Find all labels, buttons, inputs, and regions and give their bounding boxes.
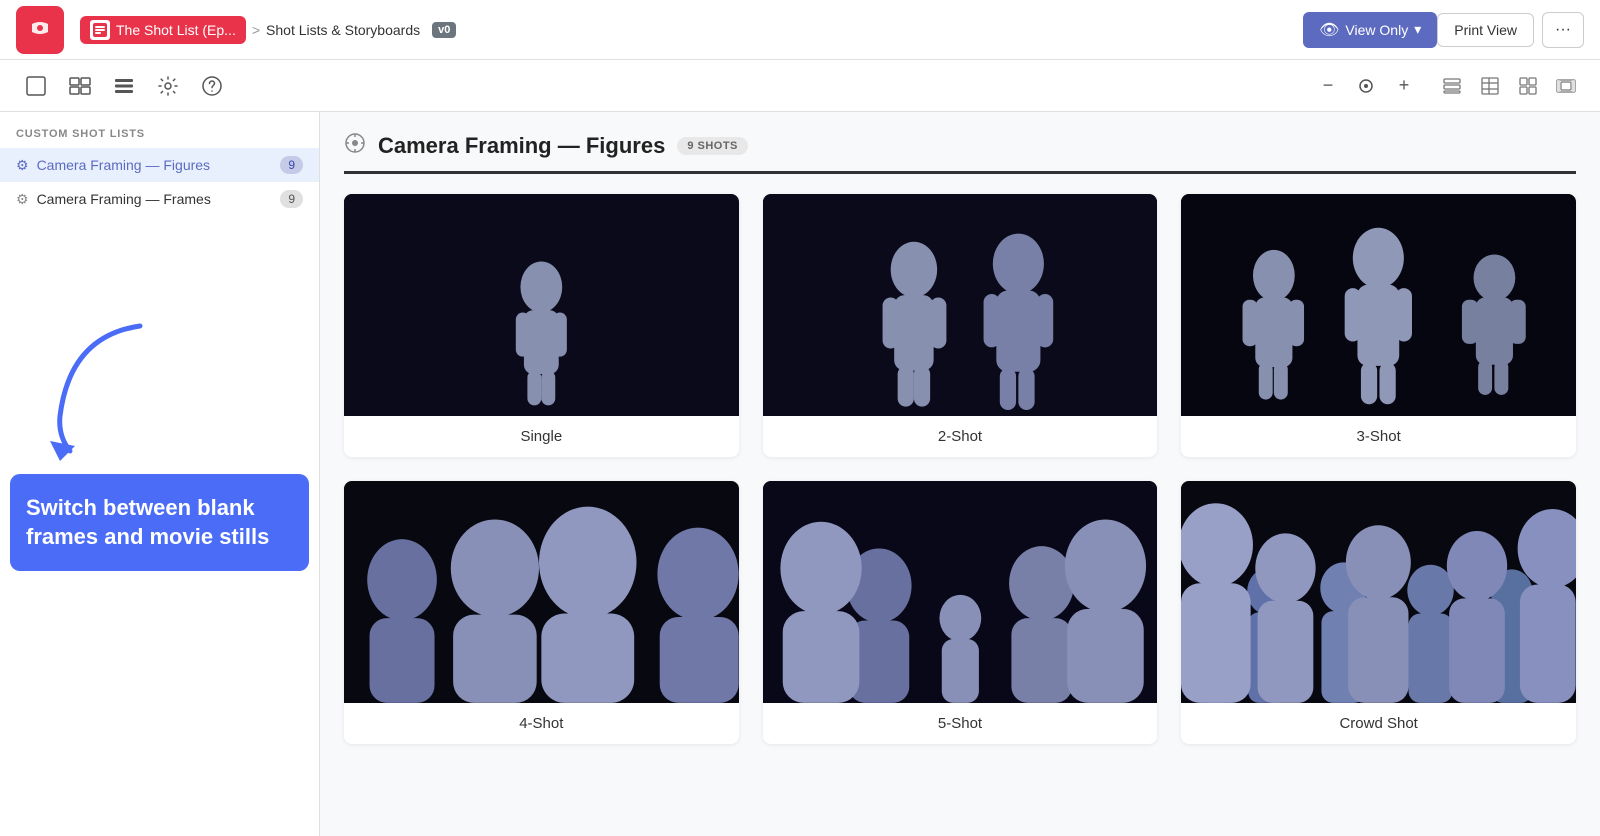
eye-icon: 👁 <box>1319 20 1339 40</box>
shot-card-four[interactable]: 4-Shot <box>344 481 739 744</box>
tooltip-area: Switch between blank frames and movie st… <box>0 316 319 571</box>
project-icon <box>90 20 110 40</box>
version-badge: v0 <box>432 22 456 38</box>
shot-label-five: 5-Shot <box>763 703 1158 744</box>
tooltip-box: Switch between blank frames and movie st… <box>10 474 309 571</box>
shot-label-three: 3-Shot <box>1181 416 1576 457</box>
shot-label-four: 4-Shot <box>344 703 739 744</box>
view-filmstrip-button[interactable] <box>1548 68 1584 104</box>
sidebar-item-figures-label: Camera Framing — Figures <box>37 157 273 173</box>
breadcrumb: The Shot List (Ep... > Shot Lists & Stor… <box>80 16 1287 44</box>
shots-badge: 9 SHOTS <box>677 137 748 155</box>
sidebar-item-figures[interactable]: ⚙ Camera Framing — Figures 9 <box>0 148 319 182</box>
section-divider <box>344 171 1576 174</box>
view-toggle-group <box>1434 68 1584 104</box>
breadcrumb-separator: > <box>252 22 260 38</box>
shot-image-three <box>1181 194 1576 416</box>
sidebar: CUSTOM SHOT LISTS ⚙ Camera Framing — Fig… <box>0 112 320 836</box>
shot-grid: Single <box>344 194 1576 744</box>
zoom-in-button[interactable]: + <box>1388 70 1420 102</box>
print-view-button[interactable]: Print View <box>1437 13 1534 47</box>
shot-card-single[interactable]: Single <box>344 194 739 457</box>
view-list-button[interactable] <box>1472 68 1508 104</box>
help-button[interactable] <box>192 66 232 106</box>
tooltip-arrow-svg <box>40 316 160 466</box>
view-only-button[interactable]: 👁 View Only ▾ <box>1303 12 1437 48</box>
top-navigation: The Shot List (Ep... > Shot Lists & Stor… <box>0 0 1600 60</box>
sidebar-item-figures-count: 9 <box>280 156 303 174</box>
toolbar-right: − + <box>1312 68 1584 104</box>
view-only-label: View Only <box>1345 22 1408 38</box>
shot-card-three[interactable]: 3-Shot <box>1181 194 1576 457</box>
content-area: Camera Framing — Figures 9 SHOTS <box>320 112 1600 836</box>
settings-button[interactable] <box>148 66 188 106</box>
shot-label-crowd: Crowd Shot <box>1181 703 1576 744</box>
more-options-button[interactable]: ··· <box>1542 12 1584 48</box>
main-layout: CUSTOM SHOT LISTS ⚙ Camera Framing — Fig… <box>0 112 1600 836</box>
toolbar: − + <box>0 60 1600 112</box>
section-icon <box>344 132 366 159</box>
storyboard-view-button[interactable] <box>60 66 100 106</box>
section-title: Camera Framing — Figures <box>378 133 665 159</box>
nav-right-actions: Print View ··· <box>1437 12 1584 48</box>
shot-card-five[interactable]: 5-Shot <box>763 481 1158 744</box>
app-logo[interactable] <box>16 6 64 54</box>
shot-card-two[interactable]: 2-Shot <box>763 194 1158 457</box>
shot-image-two <box>763 194 1158 416</box>
tooltip-box-text: Switch between blank frames and movie st… <box>26 495 269 549</box>
shot-image-four <box>344 481 739 703</box>
settings-gear-icon: ⚙ <box>16 157 29 174</box>
shot-image-single <box>344 194 739 416</box>
shot-card-crowd[interactable]: Crowd Shot <box>1181 481 1576 744</box>
settings-gear-icon-2: ⚙ <box>16 191 29 208</box>
list-view-button[interactable] <box>104 66 144 106</box>
shot-label-single: Single <box>344 416 739 457</box>
frame-view-button[interactable] <box>16 66 56 106</box>
sidebar-section-title: CUSTOM SHOT LISTS <box>0 128 319 148</box>
sidebar-item-frames-count: 9 <box>280 190 303 208</box>
breadcrumb-home-link[interactable]: The Shot List (Ep... <box>80 16 246 44</box>
shot-image-crowd <box>1181 481 1576 703</box>
section-header: Camera Framing — Figures 9 SHOTS <box>344 132 1576 159</box>
breadcrumb-home-text: The Shot List (Ep... <box>116 22 236 38</box>
view-grid-button[interactable] <box>1510 68 1546 104</box>
sidebar-item-frames[interactable]: ⚙ Camera Framing — Frames 9 <box>0 182 319 216</box>
chevron-down-icon: ▾ <box>1414 21 1421 38</box>
breadcrumb-current-page: Shot Lists & Storyboards <box>266 22 420 38</box>
shot-label-two: 2-Shot <box>763 416 1158 457</box>
view-rows-button[interactable] <box>1434 68 1470 104</box>
zoom-out-button[interactable]: − <box>1312 70 1344 102</box>
shot-image-five <box>763 481 1158 703</box>
sidebar-item-frames-label: Camera Framing — Frames <box>37 191 273 207</box>
zoom-fit-button[interactable] <box>1350 70 1382 102</box>
